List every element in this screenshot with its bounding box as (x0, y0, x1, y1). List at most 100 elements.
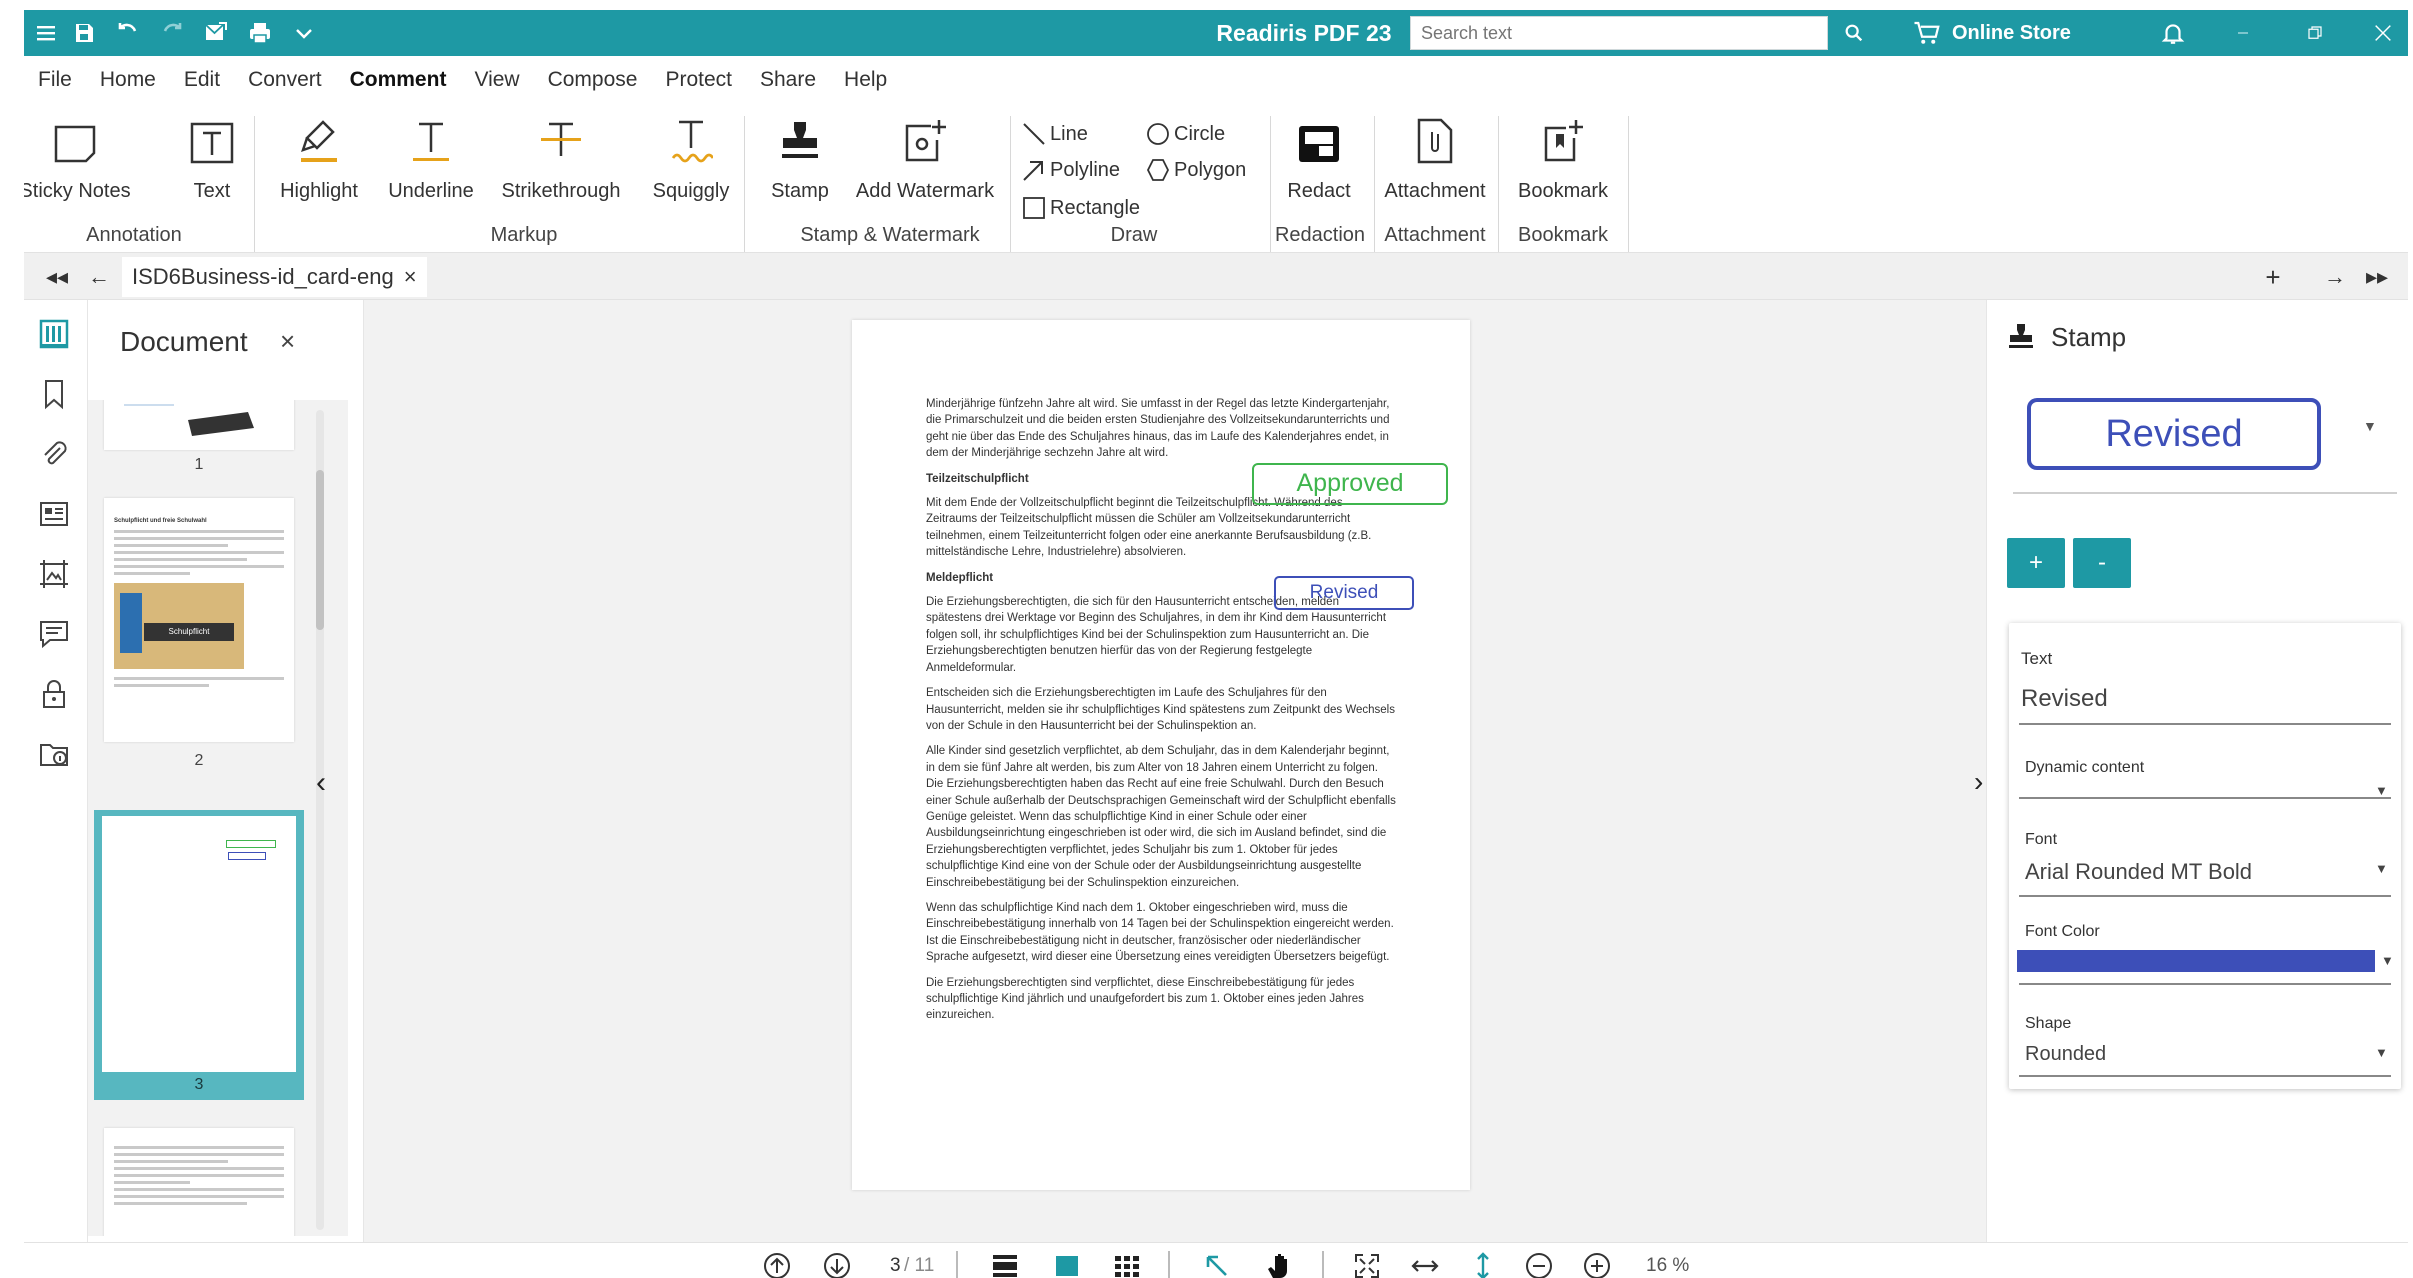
current-page[interactable]: 3 (890, 1255, 901, 1277)
print-icon[interactable] (238, 10, 282, 56)
stamp-approved[interactable]: Approved (1252, 463, 1448, 505)
fit-height-icon[interactable] (1466, 1249, 1500, 1278)
page-paragraph-6: Wenn das schulpflichtige Kind nach dem 1… (926, 901, 1394, 964)
squiggly-button[interactable]: Squiggly (646, 102, 736, 212)
dynamic-content-select[interactable] (2019, 797, 2391, 799)
font-dropdown-icon[interactable]: ▼ (2375, 861, 2388, 876)
menu-file[interactable]: File (38, 68, 72, 92)
shape-dropdown-icon[interactable]: ▼ (2375, 1045, 2388, 1060)
shape-select[interactable]: Rounded (2025, 1043, 2106, 1066)
font-select[interactable]: Arial Rounded MT Bold (2025, 859, 2252, 885)
thumbnail-page-2[interactable]: Schulpflicht und freie Schulwahl Schulpf… (104, 498, 294, 742)
zoom-in-icon[interactable] (1580, 1249, 1614, 1278)
text-box-icon (190, 122, 234, 164)
panel-close-icon[interactable]: × (280, 326, 295, 357)
sticky-notes-button[interactable]: Sticky Notes (24, 102, 131, 212)
highlight-button[interactable]: Highlight (274, 102, 364, 212)
first-tab-icon[interactable]: ◂◂ (40, 253, 74, 301)
online-store-button[interactable]: Online Store (1912, 10, 2071, 56)
menu-compose[interactable]: Compose (548, 68, 638, 92)
thumbnail-list: 1 Schulpflicht und freie Schulwahl Schul… (88, 400, 348, 1236)
stamp-revised[interactable]: Revised (1274, 576, 1414, 610)
menu-edit[interactable]: Edit (184, 68, 220, 92)
single-page-icon[interactable] (1050, 1249, 1084, 1278)
restore-button[interactable] (2286, 10, 2344, 56)
draw-line-button[interactable]: Line (1022, 122, 1088, 146)
tab-document[interactable]: ISD6Business-id_card-eng × (122, 257, 427, 297)
text-field[interactable]: Revised (2021, 685, 2108, 713)
zoom-out-icon[interactable] (1522, 1249, 1556, 1278)
fit-page-icon[interactable] (1350, 1249, 1384, 1278)
new-tab-icon[interactable]: + (2256, 253, 2290, 301)
draw-rectangle-button[interactable]: Rectangle (1022, 196, 1140, 220)
remove-stamp-button[interactable]: - (2073, 538, 2131, 588)
redo-icon[interactable] (150, 10, 194, 56)
menu-help[interactable]: Help (844, 68, 887, 92)
form-fields-icon[interactable] (34, 494, 74, 534)
thumbnails-icon[interactable] (34, 314, 74, 354)
prev-tab-icon[interactable]: ← (82, 253, 116, 301)
thumbnail-page-3-selected[interactable]: 3 (94, 810, 304, 1100)
menu-comment[interactable]: Comment (350, 68, 447, 92)
grid-view-icon[interactable] (1110, 1249, 1144, 1278)
tab-close-icon[interactable]: × (404, 257, 417, 297)
menu-protect[interactable]: Protect (665, 68, 732, 92)
bookmarks-icon[interactable] (34, 374, 74, 414)
thumbnail-page-4[interactable] (104, 1128, 294, 1236)
attachment-button[interactable]: Attachment (1380, 102, 1490, 212)
search-input[interactable] (1410, 16, 1828, 50)
bookmark-button[interactable]: Bookmark (1508, 102, 1618, 212)
search-icon[interactable] (1832, 10, 1876, 56)
collapse-left-panel-icon[interactable]: ‹ (316, 766, 326, 800)
stamp-button[interactable]: Stamp (760, 102, 840, 212)
draw-polygon-button[interactable]: Polygon (1146, 158, 1246, 182)
add-watermark-button[interactable]: Add Watermark (850, 102, 1000, 212)
continuous-scroll-icon[interactable] (988, 1249, 1022, 1278)
collapse-right-panel-icon[interactable]: › (1974, 766, 1983, 798)
text-annotation-button[interactable]: Text (182, 102, 242, 212)
lock-icon[interactable] (34, 674, 74, 714)
menu-home[interactable]: Home (100, 68, 156, 92)
zoom-level[interactable]: 16 % (1646, 1255, 1689, 1277)
send-email-icon[interactable] (194, 10, 238, 56)
strikethrough-button[interactable]: Strikethrough (496, 102, 626, 212)
menu-view[interactable]: View (474, 68, 519, 92)
stamp-icon (782, 122, 818, 158)
quick-access-chevron-icon[interactable] (282, 10, 326, 56)
close-window-button[interactable] (2354, 10, 2408, 56)
dynamic-content-dropdown-icon[interactable]: ▼ (2375, 783, 2388, 798)
layers-icon[interactable] (34, 554, 74, 594)
add-stamp-button[interactable]: + (2007, 538, 2065, 588)
menu-share[interactable]: Share (760, 68, 816, 92)
font-color-swatch[interactable] (2017, 950, 2375, 972)
group-redaction-label: Redaction (1274, 224, 1366, 246)
document-info-icon[interactable] (34, 734, 74, 774)
redact-button[interactable]: Redact (1274, 102, 1364, 212)
last-tab-icon[interactable]: ▸▸ (2360, 253, 2394, 301)
watermark-icon (905, 120, 946, 162)
thumbnail-page-1[interactable] (104, 400, 294, 450)
next-page-icon[interactable] (820, 1249, 854, 1278)
stamp-preview[interactable]: Revised (2027, 398, 2321, 470)
document-viewer[interactable]: Minderjährige fünfzehn Jahre alt wird. S… (364, 300, 1986, 1242)
undo-icon[interactable] (106, 10, 150, 56)
menu-convert[interactable]: Convert (248, 68, 322, 92)
fit-width-icon[interactable] (1408, 1249, 1442, 1278)
minimize-button[interactable] (2214, 10, 2272, 56)
hand-tool-icon[interactable] (1262, 1249, 1296, 1278)
font-color-dropdown-icon[interactable]: ▼ (2381, 953, 2394, 968)
stamp-select-dropdown-icon[interactable]: ▼ (2363, 418, 2377, 434)
thumbnail-2-title: Schulpflicht und freie Schulwahl (114, 518, 207, 524)
save-icon[interactable] (62, 10, 106, 56)
previous-page-icon[interactable] (760, 1249, 794, 1278)
underline-button[interactable]: Underline (386, 102, 476, 212)
comments-icon[interactable] (34, 614, 74, 654)
thumbnail-scrollbar[interactable] (316, 410, 324, 1230)
ribbon: Sticky Notes Text Annotation Highlight U… (24, 102, 2408, 252)
select-tool-icon[interactable] (1200, 1249, 1234, 1278)
draw-circle-button[interactable]: Circle (1146, 122, 1225, 146)
attachments-icon[interactable] (34, 434, 74, 474)
bell-icon[interactable] (2144, 10, 2202, 56)
next-tab-icon[interactable]: → (2318, 253, 2352, 301)
draw-polyline-button[interactable]: Polyline (1022, 158, 1120, 182)
